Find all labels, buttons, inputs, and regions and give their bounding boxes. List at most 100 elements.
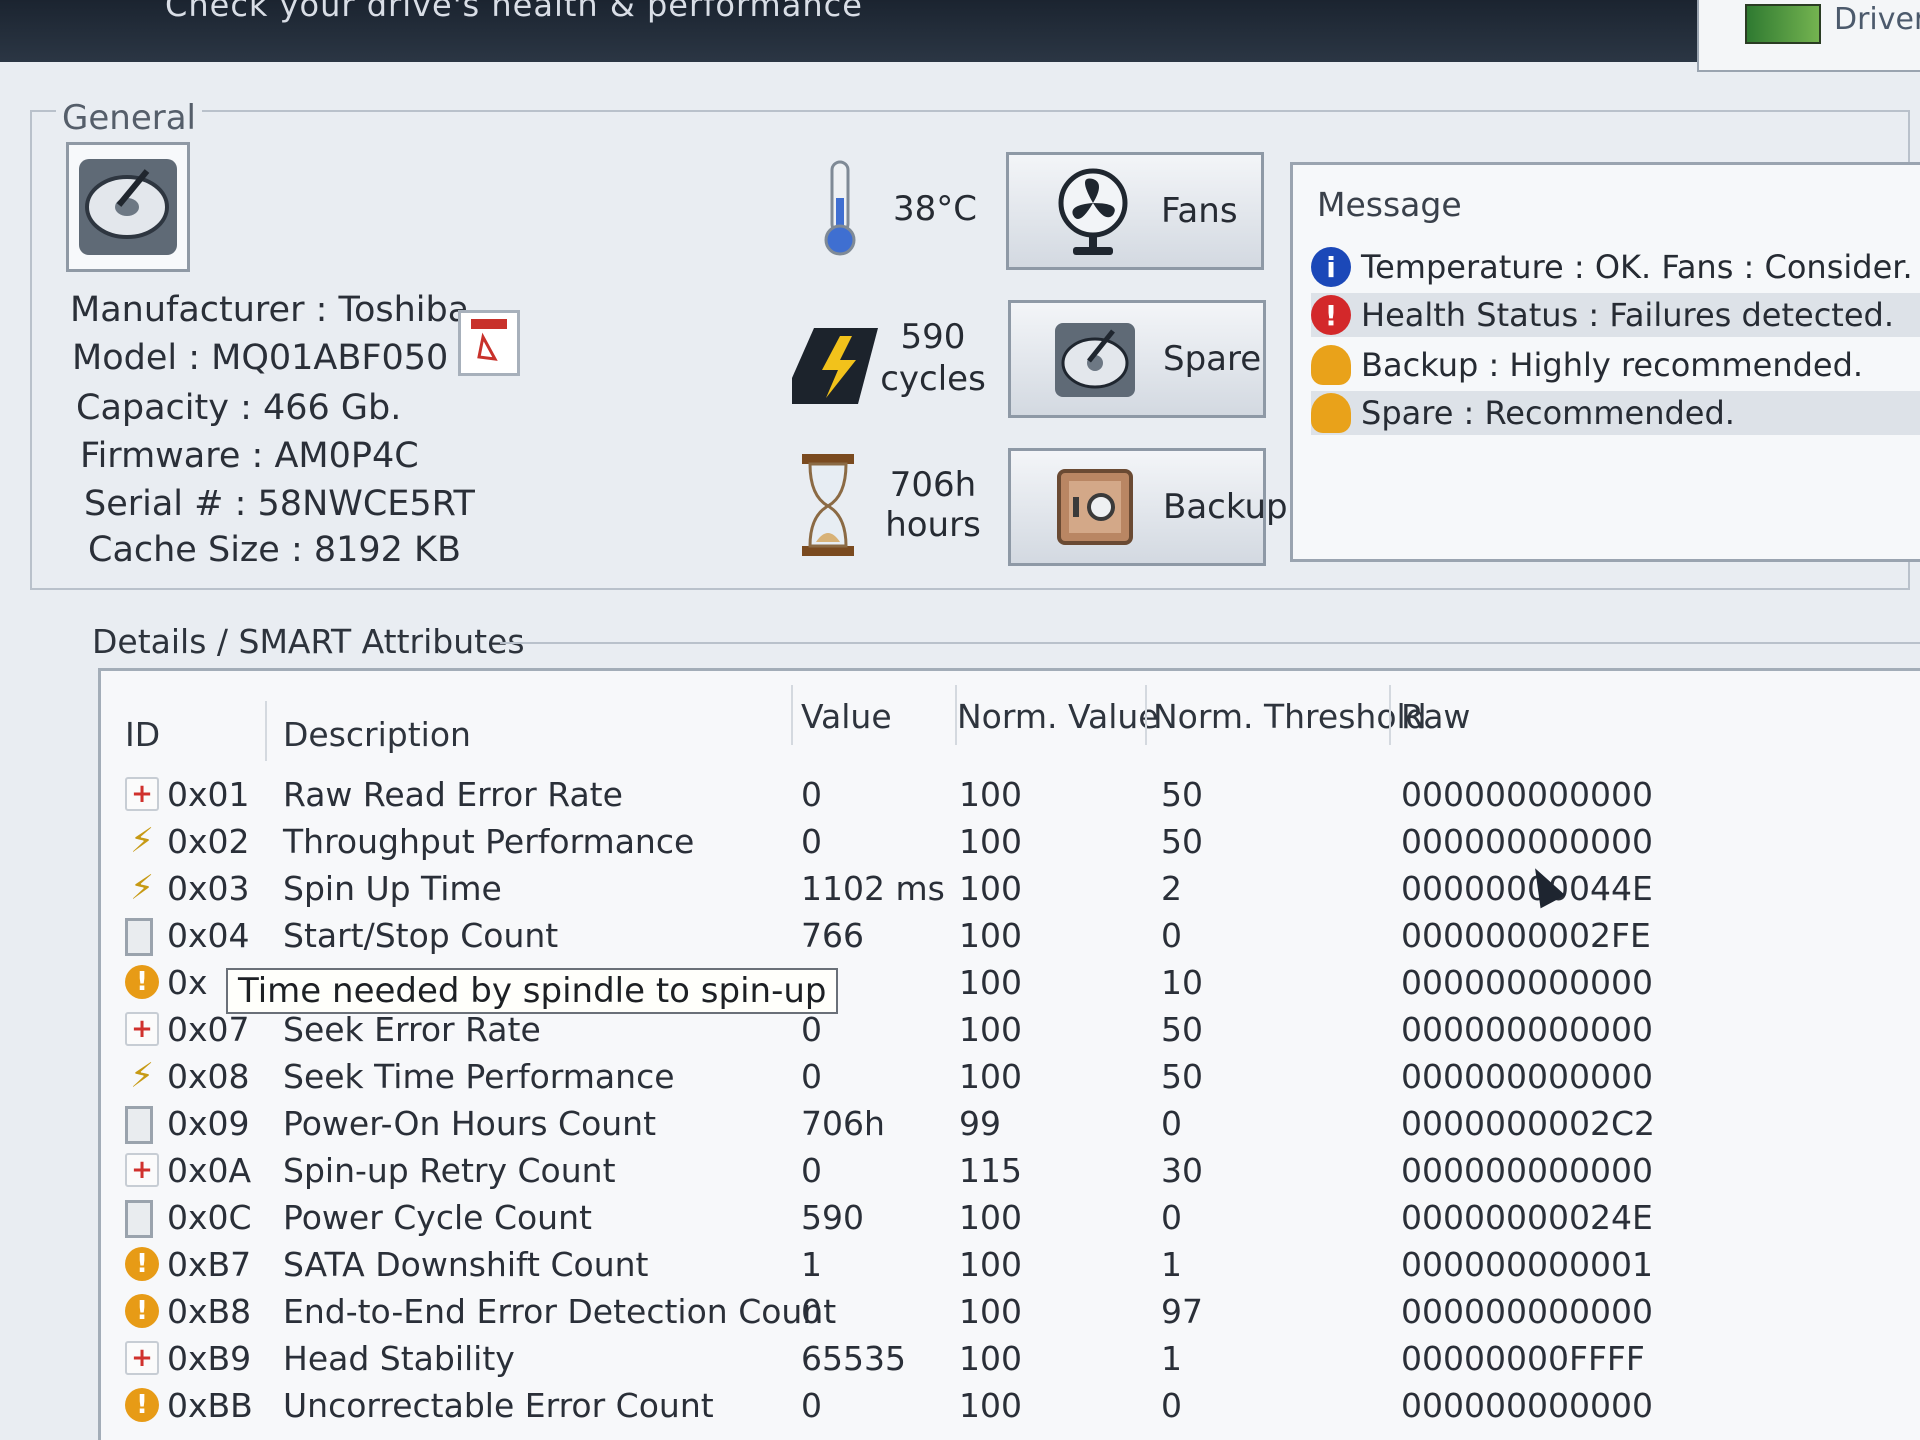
- plus-icon: +: [125, 1341, 159, 1375]
- thermometer-icon: [818, 158, 862, 262]
- serial-text: Serial # : 58NWCE5RT: [84, 484, 475, 524]
- attribute-norm-threshold: 10: [1161, 963, 1203, 1002]
- divider: [500, 642, 1920, 644]
- pdf-report-icon[interactable]: [458, 310, 520, 376]
- attribute-value: 65535: [801, 1339, 906, 1378]
- firmware-text: Firmware : AM0P4C: [80, 436, 419, 476]
- attribute-raw: 00000000FFFF: [1401, 1339, 1645, 1378]
- table-row[interactable]: 0x04 Start/Stop Count 766 100 0 0000000002FE: [101, 912, 1920, 958]
- general-legend: General: [56, 98, 202, 138]
- column-header-value[interactable]: Value: [801, 697, 892, 736]
- table-row[interactable]: ⚡ 0x02 Throughput Performance 0 100 50 0000000…: [101, 818, 1920, 864]
- warning-icon: !: [125, 965, 159, 999]
- attribute-norm-threshold: 1: [1161, 1245, 1182, 1284]
- table-row[interactable]: ⚡ 0x03 Spin Up Time 1102 ms 100 2 00000000044E: [101, 865, 1920, 911]
- attribute-description: Spin-up Retry Count: [283, 1151, 616, 1190]
- table-row[interactable]: ⚡ 0x08 Seek Time Performance 0 100 50 00000000…: [101, 1053, 1920, 1099]
- table-row[interactable]: +0xB9 Head Stability 65535 100 1 00000000FFFF: [101, 1335, 1920, 1381]
- attribute-id: 0xB9: [167, 1339, 252, 1378]
- attribute-norm-threshold: 50: [1161, 1010, 1203, 1049]
- table-row[interactable]: ! 0xB7 SATA Downshift Count 1 100 1 0000000000…: [101, 1241, 1920, 1287]
- hours-value: 706h: [889, 465, 977, 505]
- attribute-norm-value: 115: [959, 1151, 1022, 1190]
- attribute-norm-value: 100: [959, 1245, 1022, 1284]
- column-header-raw[interactable]: Raw: [1401, 697, 1470, 736]
- drivers-tab[interactable]: Drivers: [1697, 0, 1920, 72]
- attribute-norm-value: 100: [959, 916, 1022, 955]
- bulb-icon: [1311, 345, 1351, 385]
- attribute-description: Start/Stop Count: [283, 916, 559, 955]
- counter-icon: [125, 1106, 153, 1144]
- attribute-raw: 000000000000: [1401, 963, 1653, 1002]
- attribute-raw: 0000000002C2: [1401, 1104, 1655, 1143]
- attribute-norm-value: 100: [959, 963, 1022, 1002]
- attribute-norm-threshold: 50: [1161, 1057, 1203, 1096]
- attribute-description: SATA Downshift Count: [283, 1245, 649, 1284]
- message-row: ! Health Status : Failures detected.: [1311, 293, 1920, 337]
- attribute-norm-value: 100: [959, 1010, 1022, 1049]
- column-separator[interactable]: [791, 685, 793, 745]
- attribute-raw: 000000000000: [1401, 1386, 1653, 1425]
- message-row: Spare : Recommended.: [1311, 391, 1920, 435]
- attribute-id: 0x08: [167, 1057, 250, 1096]
- hourglass-icon: [798, 452, 858, 564]
- attribute-description: Seek Time Performance: [283, 1057, 675, 1096]
- smart-attributes-table[interactable]: ID Description Value Norm. Value Norm. T…: [98, 668, 1920, 1440]
- column-header-norm-value[interactable]: Norm. Value: [957, 697, 1159, 736]
- message-text: Health Status : Failures detected.: [1361, 296, 1895, 334]
- attribute-id: 0x0A: [167, 1151, 252, 1190]
- attribute-raw: 00000000024E: [1401, 1198, 1653, 1237]
- bolt-icon: ⚡: [130, 1056, 154, 1096]
- table-row[interactable]: ! 0xBB Uncorrectable Error Count 0 100 0 00000…: [101, 1382, 1920, 1428]
- table-row[interactable]: 0x0C Power Cycle Count 590 100 0 00000000024E: [101, 1194, 1920, 1240]
- backup-button-label: Backup: [1163, 487, 1288, 527]
- app-subtitle: Check your drive's health & performance: [165, 0, 863, 24]
- warning-icon: !: [125, 1247, 159, 1281]
- plus-icon: +: [125, 777, 159, 811]
- column-header-norm-threshold[interactable]: Norm. Threshold: [1153, 697, 1427, 736]
- column-separator[interactable]: [265, 701, 267, 761]
- model-text: Model : MQ01ABF050: [72, 338, 449, 378]
- warning-icon: !: [125, 1388, 159, 1422]
- attribute-description: End-to-End Error Detection Count: [283, 1292, 837, 1331]
- attribute-id: 0x: [167, 963, 208, 1002]
- attribute-raw: 000000000000: [1401, 775, 1653, 814]
- bulb-icon: [1311, 393, 1351, 433]
- plus-icon: +: [125, 1012, 159, 1046]
- column-header-id[interactable]: ID: [125, 715, 160, 754]
- column-separator[interactable]: [1145, 685, 1147, 745]
- attribute-id: 0x02: [167, 822, 250, 861]
- attribute-norm-threshold: 97: [1161, 1292, 1203, 1331]
- attribute-value: 0: [801, 1386, 822, 1425]
- power-cycles-icon: [782, 318, 882, 412]
- attribute-norm-threshold: 50: [1161, 822, 1203, 861]
- column-separator[interactable]: [1389, 685, 1391, 745]
- attribute-description: Power-On Hours Count: [283, 1104, 657, 1143]
- backup-button[interactable]: Backup: [1008, 448, 1288, 566]
- cache-size-text: Cache Size : 8192 KB: [88, 530, 462, 570]
- attribute-norm-threshold: 0: [1161, 1198, 1182, 1237]
- attribute-norm-threshold: 0: [1161, 916, 1182, 955]
- message-text: Backup : Highly recommended.: [1361, 346, 1864, 384]
- message-panel: Message i Temperature : OK. Fans : Consi…: [1290, 162, 1920, 562]
- attribute-id: 0x04: [167, 916, 250, 955]
- manufacturer-text: Manufacturer : Toshiba: [70, 290, 470, 330]
- attribute-value: 0: [801, 1010, 822, 1049]
- attribute-raw: 0000000002FE: [1401, 916, 1651, 955]
- attribute-id: 0x0C: [167, 1198, 252, 1237]
- bolt-icon: ⚡: [130, 868, 154, 908]
- attribute-description: Power Cycle Count: [283, 1198, 592, 1237]
- table-row[interactable]: +0x0A Spin-up Retry Count 0 115 30 0000000000…: [101, 1147, 1920, 1193]
- fans-button[interactable]: Fans: [1006, 152, 1264, 270]
- temperature-value: 38°C: [892, 189, 977, 229]
- column-header-description[interactable]: Description: [283, 715, 471, 754]
- spare-button[interactable]: Spare: [1008, 300, 1266, 418]
- attribute-raw: 000000000000: [1401, 1010, 1653, 1049]
- fans-button-label: Fans: [1161, 191, 1238, 231]
- capacity-text: Capacity : 466 Gb.: [76, 388, 402, 428]
- attribute-norm-value: 100: [959, 869, 1022, 908]
- table-row[interactable]: +0x01 Raw Read Error Rate 0 100 50 0000000000…: [101, 771, 1920, 817]
- table-row[interactable]: ! 0xB8 End-to-End Error Detection Count 0 10…: [101, 1288, 1920, 1334]
- table-row[interactable]: 0x09 Power-On Hours Count 706h 99 0 000000000…: [101, 1100, 1920, 1146]
- attribute-id: 0xBB: [167, 1386, 253, 1425]
